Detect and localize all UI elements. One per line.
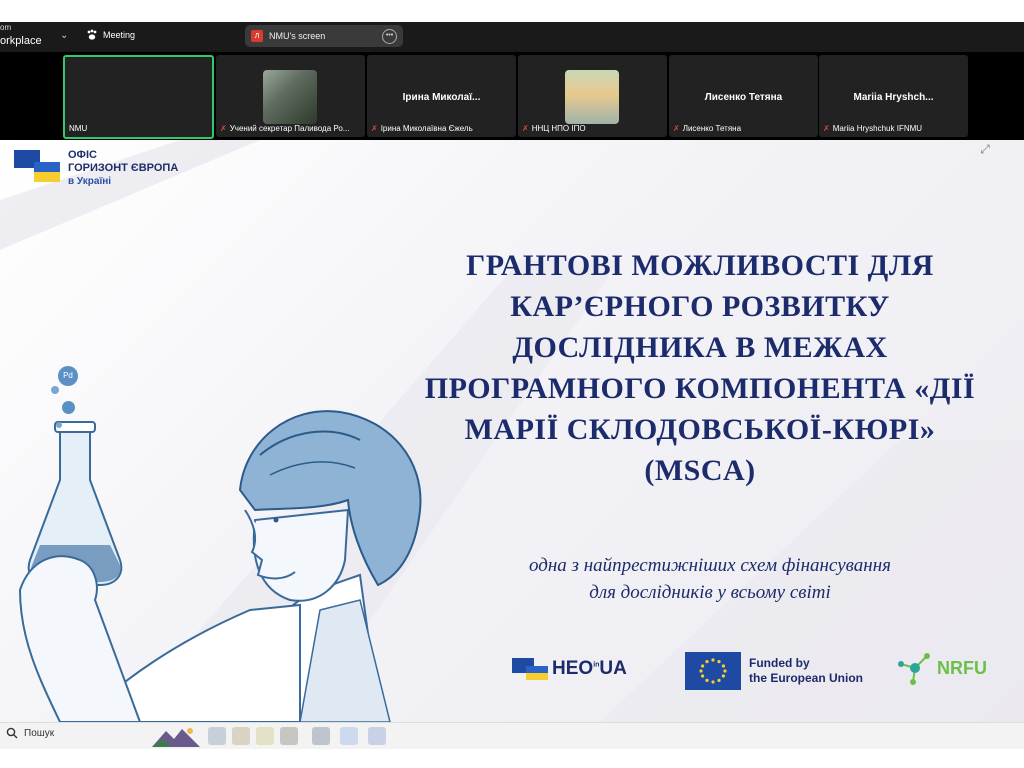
taskbar-app-icon[interactable]	[312, 727, 330, 745]
nrfu-text: NRFU	[937, 657, 987, 678]
landscape-widget-icon[interactable]	[152, 725, 200, 747]
mic-muted-icon: ✗	[823, 124, 830, 133]
mic-muted-icon: ✗	[371, 124, 378, 133]
brand-line-1: om	[0, 23, 12, 32]
taskbar-app-icon[interactable]	[232, 727, 250, 745]
taskbar-app-icon[interactable]	[340, 727, 358, 745]
more-icon[interactable]: •••	[382, 29, 397, 44]
expand-icon[interactable]: ⤢	[978, 142, 992, 156]
participant-display-name: Mariia Hryshch...	[853, 92, 934, 103]
participant-label: ✗ Mariia Hryshchuk IFNMU	[823, 124, 922, 133]
participant-video	[263, 70, 317, 124]
meeting-button[interactable]: Meeting	[86, 29, 135, 41]
participant-tile[interactable]: Ірина Миколаї... ✗ Ірина Миколаївна Єжель	[367, 55, 516, 137]
heo-ua-logo: HEOinUA	[512, 658, 627, 680]
bubble: Pd	[58, 366, 78, 386]
taskbar-app-icon[interactable]	[208, 727, 226, 745]
participant-label: NMU	[69, 124, 87, 133]
top-margin	[0, 0, 1024, 22]
participant-name: ННЦ НПО ІПО	[531, 124, 586, 133]
participant-name: Учений секретар Паливода Ро...	[229, 124, 350, 133]
participant-strip: NMU ✗ Учений секретар Паливода Ро... Ірин…	[0, 52, 1024, 140]
subtitle-line: для дослідників у всьому світі	[589, 582, 831, 603]
screen-share-label: NMU's screen	[269, 31, 326, 41]
zoom-top-bar: om orkplace ⌄ Meeting Л NMU's screen •••	[0, 22, 1024, 52]
windows-taskbar: Пошук	[0, 722, 1024, 749]
horizon-europe-office-logo: ОФІС ГОРИЗОНТ ЄВРОПА в Україні	[14, 149, 179, 188]
eu-funded-logo: Funded by the European Union	[685, 652, 863, 690]
taskbar-search[interactable]: Пошук	[6, 727, 54, 739]
participant-tile[interactable]: Лисенко Тетяна ✗ Лисенко Тетяна	[669, 55, 818, 137]
search-label: Пошук	[24, 727, 55, 739]
title-line: (MSCA)	[644, 454, 756, 487]
bubble	[56, 422, 62, 428]
subtitle-line: одна з найпрестижніших схем фінансування	[529, 555, 891, 576]
mic-muted-icon: ✗	[673, 124, 680, 133]
participant-label: ✗ Лисенко Тетяна	[673, 124, 741, 133]
taskbar-app-icon[interactable]	[256, 727, 274, 745]
participant-display-name: Ірина Миколаї...	[402, 92, 481, 103]
zoom-brand: om orkplace	[0, 22, 60, 52]
participant-label: ✗ ННЦ НПО ІПО	[522, 124, 586, 133]
office-logo-line-2: ГОРИЗОНТ ЄВРОПА	[68, 162, 179, 174]
slide-title: ГРАНТОВІ МОЖЛИВОСТІ ДЛЯ КАР’ЄРНОГО РОЗВИ…	[350, 245, 1024, 491]
bubble	[51, 386, 59, 394]
eu-funded-line-2: the European Union	[749, 671, 863, 685]
slide-subtitle: одна з найпрестижніших схем фінансування…	[410, 552, 1010, 606]
partner-logos: HEOinUA Funded by the European Union NRF…	[0, 650, 1024, 690]
eu-ua-flags-icon	[512, 658, 548, 680]
participant-video	[565, 70, 619, 124]
nrfu-logo: NRFU	[897, 650, 987, 686]
mic-muted-icon: ✗	[220, 124, 227, 133]
participant-tile[interactable]: ✗ ННЦ НПО ІПО	[518, 55, 667, 137]
screen-share-pill[interactable]: Л NMU's screen •••	[245, 25, 403, 47]
title-line: ДОСЛІДНИКА В МЕЖАХ	[512, 331, 888, 364]
title-line: МАРІЇ СКЛОДОВСЬКОЇ-КЮРІ»	[464, 413, 936, 446]
taskbar-app-icon[interactable]	[368, 727, 386, 745]
participant-name: Mariia Hryshchuk IFNMU	[832, 124, 923, 133]
eu-flag-icon	[685, 652, 741, 690]
title-line: ГРАНТОВІ МОЖЛИВОСТІ ДЛЯ	[466, 249, 934, 282]
bubble	[62, 401, 75, 414]
participant-name: Ірина Миколаївна Єжель	[380, 124, 473, 133]
chevron-down-icon[interactable]: ⌄	[60, 30, 68, 41]
bottom-margin	[0, 749, 1024, 768]
paw-icon	[87, 29, 97, 40]
title-line: ПРОГРАМНОГО КОМПОНЕНТА «ДІЇ	[424, 372, 976, 405]
title-line: КАР’ЄРНОГО РОЗВИТКУ	[510, 290, 890, 323]
participant-tile[interactable]: Mariia Hryshch... ✗ Mariia Hryshchuk IFNM…	[819, 55, 968, 137]
office-logo-line-3: в Україні	[68, 176, 112, 187]
participant-display-name: Лисенко Тетяна	[704, 92, 783, 103]
search-icon	[6, 727, 18, 739]
participant-name: NMU	[69, 124, 88, 133]
brand-line-2: orkplace	[0, 35, 42, 47]
screen-share-badge: Л	[251, 30, 263, 42]
taskbar-app-icon[interactable]	[280, 727, 298, 745]
participant-label: ✗ Ірина Миколаївна Єжель	[371, 124, 473, 133]
nrfu-molecule-icon	[898, 653, 930, 685]
eu-ua-flags-icon	[14, 150, 60, 184]
meeting-label: Meeting	[103, 30, 136, 40]
participant-tile[interactable]: ✗ Учений секретар Паливода Ро...	[216, 55, 365, 137]
shared-slide: ОФІС ГОРИЗОНТ ЄВРОПА в Україні ⤢ Pd ГРАН…	[0, 140, 1024, 722]
participant-name: Лисенко Тетяна	[682, 124, 742, 133]
participant-tile[interactable]: NMU	[63, 55, 214, 139]
mic-muted-icon: ✗	[522, 124, 529, 133]
eu-funded-line-1: Funded by	[749, 656, 810, 670]
heo-text: HEOinUA	[552, 658, 627, 679]
office-logo-line-1: ОФІС	[68, 149, 97, 161]
participant-label: ✗ Учений секретар Паливода Ро...	[220, 124, 349, 133]
